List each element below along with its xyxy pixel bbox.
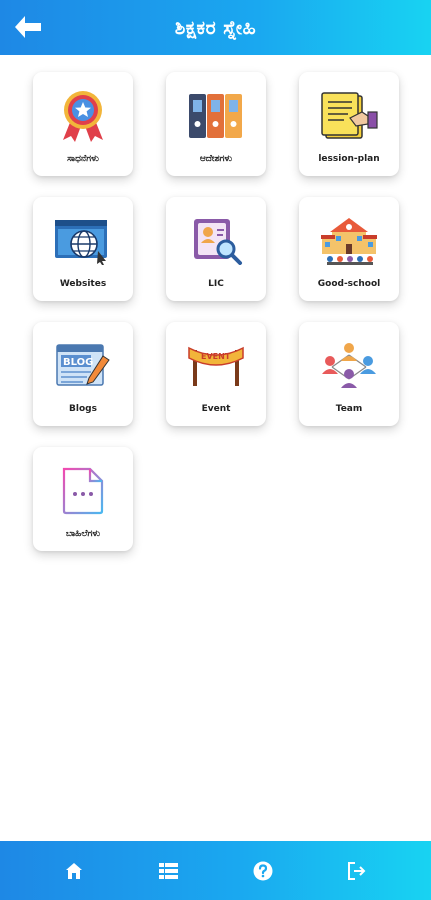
nav-logout-button[interactable] [330,851,384,891]
menu-card-blogs[interactable]: BLOG Blogs [33,322,133,426]
menu-card-label: ಸಾಧನೆಗಳು [67,154,99,164]
svg-text:BLOG: BLOG [63,357,93,368]
top-app-bar: ಶಿಕ್ಷಕರ ಸ್ನೇಹಿ [0,0,431,55]
nav-home-button[interactable] [47,851,101,891]
team-people-icon [319,340,379,392]
svg-text:EVENT: EVENT [201,352,231,361]
menu-card-good-school[interactable]: Good-school [299,197,399,301]
school-building-icon [319,215,379,267]
logout-icon [347,861,366,880]
back-arrow-icon [15,16,41,38]
menu-card-circulars[interactable]: ಬಾಹಿಲೆಗಳು [33,447,133,551]
back-button[interactable] [8,8,48,46]
menu-card-label: ಆದೇಶಗಳು [199,154,233,164]
globe-browser-icon [53,215,113,267]
menu-card-event[interactable]: EVENT Event [166,322,266,426]
bottom-nav-bar [0,841,431,900]
menu-grid: ಸಾಧನೆಗಳು ಆದೇಶಗಳು lession-plan Websites L… [33,72,399,551]
menu-card-label: lession-plan [318,154,380,164]
menu-card-label: LIC [208,279,224,289]
nav-help-button[interactable] [236,851,290,891]
menu-card-label: Good-school [317,279,381,289]
menu-card-achievements[interactable]: ಸಾಧನೆಗಳು [33,72,133,176]
menu-card-lesson-plan[interactable]: lession-plan [299,72,399,176]
menu-card-label: ಬಾಹಿಲೆಗಳು [65,529,101,539]
app-root: ಶಿಕ್ಷಕರ ಸ್ನೇಹಿ ಸಾಧನೆಗಳು ಆದೇಶಗಳು lession-… [0,0,431,900]
menu-card-label: Team [335,404,363,414]
event-banner-icon: EVENT [186,340,246,392]
page-title: ಶಿಕ್ಷಕರ ಸ್ನೇಹಿ [174,16,257,39]
menu-card-lic[interactable]: LIC [166,197,266,301]
lesson-plan-document-icon [319,90,379,142]
menu-card-websites[interactable]: Websites [33,197,133,301]
list-icon [158,862,178,879]
menu-card-label: Blogs [69,404,97,414]
menu-card-orders[interactable]: ಆದೇಶಗಳು [166,72,266,176]
menu-card-label: Event [201,404,231,414]
nav-list-button[interactable] [141,851,195,891]
home-icon [66,862,83,879]
blog-icon: BLOG [53,340,113,392]
id-search-icon [186,215,246,267]
chat-document-icon [53,465,113,517]
binders-icon [186,90,246,142]
award-badge-icon [53,90,113,142]
menu-card-team[interactable]: Team [299,322,399,426]
menu-card-label: Websites [59,279,107,289]
help-icon [253,861,273,880]
